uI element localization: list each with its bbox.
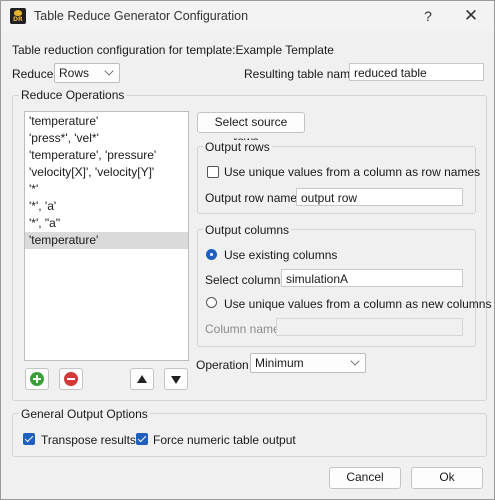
list-item[interactable]: 'velocity[X]', 'velocity[Y]' (25, 164, 188, 181)
output-row-name-input[interactable]: output row (296, 188, 463, 206)
column-name-input[interactable] (276, 318, 463, 336)
force-numeric-label: Force numeric table output (153, 433, 296, 447)
remove-icon (64, 372, 78, 386)
app-logo-icon (10, 8, 26, 24)
remove-operation-button[interactable] (59, 368, 83, 390)
use-existing-columns-label: Use existing columns (224, 248, 338, 262)
select-source-rows-button[interactable]: Select source rows... (197, 112, 305, 148)
unique-new-columns-radio[interactable] (206, 297, 217, 308)
operation-select[interactable]: Minimum (250, 353, 366, 373)
transpose-results-label: Transpose results (41, 433, 136, 447)
list-item[interactable]: 'press*', 'vel*' (25, 130, 188, 147)
result-name-label: Resulting table name (244, 67, 357, 81)
list-item[interactable]: '*' (25, 181, 188, 198)
reduce-label: Reduce (12, 67, 54, 81)
force-numeric-checkbox[interactable] (136, 433, 148, 445)
reduce-select[interactable]: Rows (54, 63, 120, 83)
list-item[interactable]: 'temperature' (25, 232, 188, 249)
list-item[interactable]: '*', "a" (25, 215, 188, 232)
output-columns-title: Output columns (203, 223, 292, 237)
close-button[interactable]: ✕ (460, 6, 482, 26)
reduce-operations-list[interactable]: 'temperature''press*', 'vel*''temperatur… (24, 111, 189, 361)
add-operation-button[interactable] (25, 368, 49, 390)
add-icon (30, 372, 44, 386)
dialog-window: Table Reduce Generator Configuration ? ✕… (0, 0, 495, 500)
operation-select-value: Minimum (255, 356, 304, 370)
list-item[interactable]: 'temperature', 'pressure' (25, 147, 188, 164)
reduce-select-value: Rows (59, 66, 90, 80)
window-title: Table Reduce Generator Configuration (34, 9, 249, 23)
unique-row-names-checkbox[interactable] (207, 166, 219, 178)
arrow-down-icon (171, 376, 181, 384)
chevron-down-icon (350, 356, 360, 366)
reduce-operations-title: Reduce Operations (19, 88, 127, 102)
select-columns-label: Select columns (205, 273, 287, 287)
column-name-label: Column name (205, 322, 280, 336)
cancel-button[interactable]: Cancel (329, 467, 401, 489)
unique-new-columns-label: Use unique values from a column as new c… (224, 297, 492, 311)
output-row-name-label: Output row name (205, 191, 298, 205)
chevron-down-icon (104, 66, 114, 76)
result-name-input[interactable]: reduced table (349, 63, 484, 81)
title-bar[interactable]: Table Reduce Generator Configuration ? ✕ (1, 1, 494, 31)
unique-row-names-label: Use unique values from a column as row n… (224, 165, 481, 179)
list-item[interactable]: 'temperature' (25, 113, 188, 130)
operation-label: Operation (196, 358, 249, 372)
output-rows-title: Output rows (203, 140, 272, 154)
config-description: Table reduction configuration for templa… (12, 43, 334, 57)
help-button[interactable]: ? (417, 6, 439, 26)
general-output-title: General Output Options (19, 407, 150, 421)
use-existing-columns-radio[interactable] (206, 249, 217, 260)
move-down-button[interactable] (164, 368, 188, 390)
move-up-button[interactable] (130, 368, 154, 390)
arrow-up-icon (137, 375, 147, 383)
ok-button[interactable]: Ok (411, 467, 483, 489)
transpose-results-checkbox[interactable] (23, 433, 35, 445)
list-item[interactable]: '*', 'a' (25, 198, 188, 215)
select-columns-input[interactable]: simulationA (281, 269, 463, 287)
